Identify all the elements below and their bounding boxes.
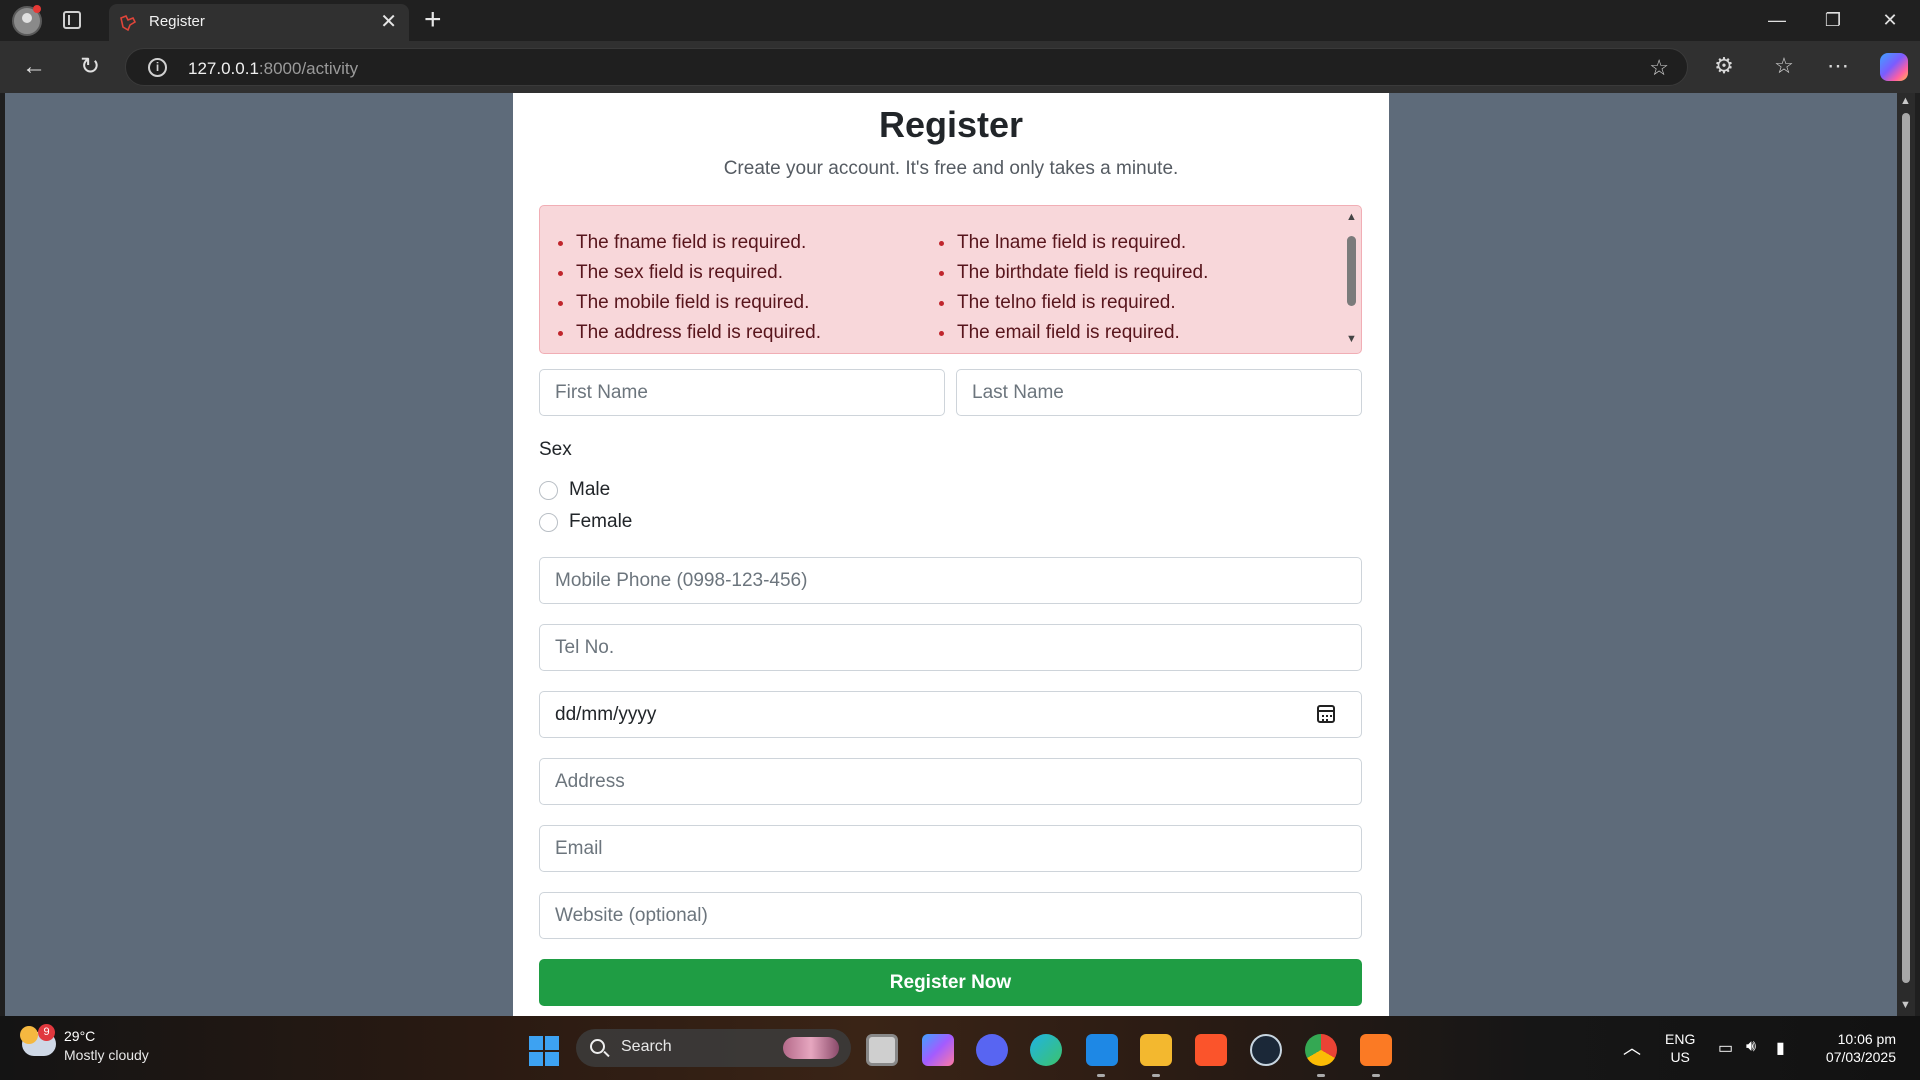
maximize-icon[interactable]: ❐	[1821, 8, 1845, 32]
scroll-down-icon[interactable]: ▼	[1900, 999, 1911, 1011]
weather-badge: 9	[38, 1024, 55, 1041]
website-input[interactable]: Website (optional)	[539, 892, 1362, 939]
steam-icon[interactable]	[1250, 1034, 1282, 1066]
error-alert: The fname field is required. The sex fie…	[539, 205, 1362, 354]
discord-icon[interactable]	[976, 1034, 1008, 1066]
page-scroll-thumb[interactable]	[1902, 113, 1910, 983]
xampp-icon[interactable]	[1360, 1034, 1392, 1066]
favorites-icon[interactable]: ☆	[1770, 52, 1798, 80]
windows-start-icon[interactable]	[529, 1036, 559, 1066]
birthdate-input[interactable]: dd/mm/yyyy	[539, 691, 1362, 738]
error-item: The mobile field is required.	[556, 288, 821, 318]
register-card: Register Create your account. It's free …	[513, 93, 1389, 1016]
window-edge	[1915, 93, 1920, 1016]
plus-icon[interactable]: +	[424, 4, 442, 36]
url-text[interactable]: 127.0.0.1:8000/activity	[188, 59, 358, 79]
brave-icon[interactable]	[1195, 1034, 1227, 1066]
tab-register[interactable]: Register ✕	[109, 4, 409, 41]
running-indicator	[1372, 1074, 1380, 1077]
copilot-icon[interactable]	[1880, 53, 1908, 81]
info-icon[interactable]: i	[148, 58, 167, 77]
battery-icon[interactable]: ▮	[1776, 1038, 1785, 1058]
error-item: The address field is required.	[556, 318, 821, 348]
star-icon[interactable]: ☆	[1649, 55, 1669, 81]
network-icon[interactable]: ▭	[1718, 1038, 1733, 1058]
male-radio[interactable]	[539, 481, 558, 500]
running-indicator	[1152, 1074, 1160, 1077]
copilot-app-icon[interactable]	[922, 1034, 954, 1066]
running-indicator	[1097, 1074, 1105, 1077]
tab-title: Register	[149, 13, 205, 30]
error-item: The fname field is required.	[556, 228, 821, 258]
running-indicator	[1317, 1074, 1325, 1077]
window-close-icon[interactable]: ✕	[1878, 8, 1902, 32]
reload-icon[interactable]: ↻	[77, 54, 103, 80]
clock[interactable]: 10:06 pm 07/03/2025	[1812, 1030, 1896, 1066]
scroll-down-icon[interactable]: ▼	[1346, 333, 1357, 345]
search-icon	[590, 1039, 605, 1054]
extensions-icon[interactable]: ⚙	[1710, 52, 1738, 80]
error-item: The email field is required.	[937, 318, 1208, 348]
page-subtitle: Create your account. It's free and only …	[723, 158, 1179, 179]
volume-icon[interactable]: 🔊︎	[1746, 1038, 1756, 1056]
scroll-up-icon[interactable]: ▲	[1346, 211, 1357, 223]
taskbar-search[interactable]: Search	[576, 1029, 851, 1067]
error-list-right: The lname field is required. The birthda…	[937, 228, 1208, 348]
mobile-input[interactable]: Mobile Phone (0998-123-456)	[539, 557, 1362, 604]
weather-temp: 29°C	[64, 1028, 96, 1044]
more-icon[interactable]: ⋯	[1824, 52, 1852, 80]
error-item: The lname field is required.	[937, 228, 1208, 258]
laravel-favicon	[120, 15, 137, 31]
minimize-icon[interactable]: —	[1765, 8, 1789, 32]
edge-icon[interactable]	[1030, 1034, 1062, 1066]
back-icon[interactable]: ←	[21, 54, 47, 80]
clock-date: 07/03/2025	[1825, 1049, 1896, 1065]
alert-scroll-thumb[interactable]	[1347, 236, 1356, 306]
browser-toolbar: ← ↻ i 127.0.0.1:8000/activity ☆ ⚙ ☆ ⋯	[0, 41, 1920, 93]
file-explorer-icon[interactable]	[1140, 1034, 1172, 1066]
page-viewport: Register Create your account. It's free …	[5, 93, 1897, 1016]
vscode-icon[interactable]	[1086, 1034, 1118, 1066]
weather-desc: Mostly cloudy	[64, 1047, 149, 1063]
language-indicator[interactable]: ENG US	[1665, 1030, 1695, 1066]
page-title: Register	[878, 104, 1024, 145]
profile-notification-dot	[33, 5, 41, 13]
error-item: The telno field is required.	[937, 288, 1208, 318]
alert-scrollbar[interactable]: ▲ ▼	[1343, 207, 1360, 352]
error-item: The sex field is required.	[556, 258, 821, 288]
first-name-input[interactable]: First Name	[539, 369, 945, 416]
address-input[interactable]: Address	[539, 758, 1362, 805]
chevron-up-icon[interactable]: ︿	[1623, 1034, 1641, 1060]
scroll-up-icon[interactable]: ▲	[1900, 95, 1911, 107]
task-view-icon[interactable]	[866, 1034, 898, 1066]
chrome-icon[interactable]	[1305, 1034, 1337, 1066]
search-highlight-image	[783, 1037, 839, 1059]
birthdate-value: dd/mm/yyyy	[555, 704, 657, 725]
error-list-left: The fname field is required. The sex fie…	[556, 228, 821, 348]
calendar-icon[interactable]	[1317, 705, 1335, 723]
clock-time: 10:06 pm	[1837, 1031, 1896, 1047]
tel-input[interactable]: Tel No.	[539, 624, 1362, 671]
page-scrollbar[interactable]: ▲ ▼	[1897, 93, 1915, 1016]
register-button[interactable]: Register Now	[539, 959, 1362, 1006]
female-label[interactable]: Female	[569, 511, 632, 533]
browser-titlebar: Register ✕ + — ❐ ✕	[0, 0, 1920, 41]
close-icon[interactable]: ✕	[380, 10, 397, 34]
male-label[interactable]: Male	[569, 479, 610, 501]
email-input[interactable]: Email	[539, 825, 1362, 872]
female-radio[interactable]	[539, 513, 558, 532]
sex-label: Sex	[539, 439, 572, 460]
last-name-input[interactable]: Last Name	[956, 369, 1362, 416]
error-item: The birthdate field is required.	[937, 258, 1208, 288]
address-bar[interactable]: i 127.0.0.1:8000/activity ☆	[125, 48, 1688, 86]
tab-actions-icon[interactable]	[63, 11, 81, 29]
search-label: Search	[621, 1038, 672, 1055]
taskbar: 9 29°C Mostly cloudy Search ︿ ENG US ▭ 🔊…	[0, 1016, 1920, 1080]
